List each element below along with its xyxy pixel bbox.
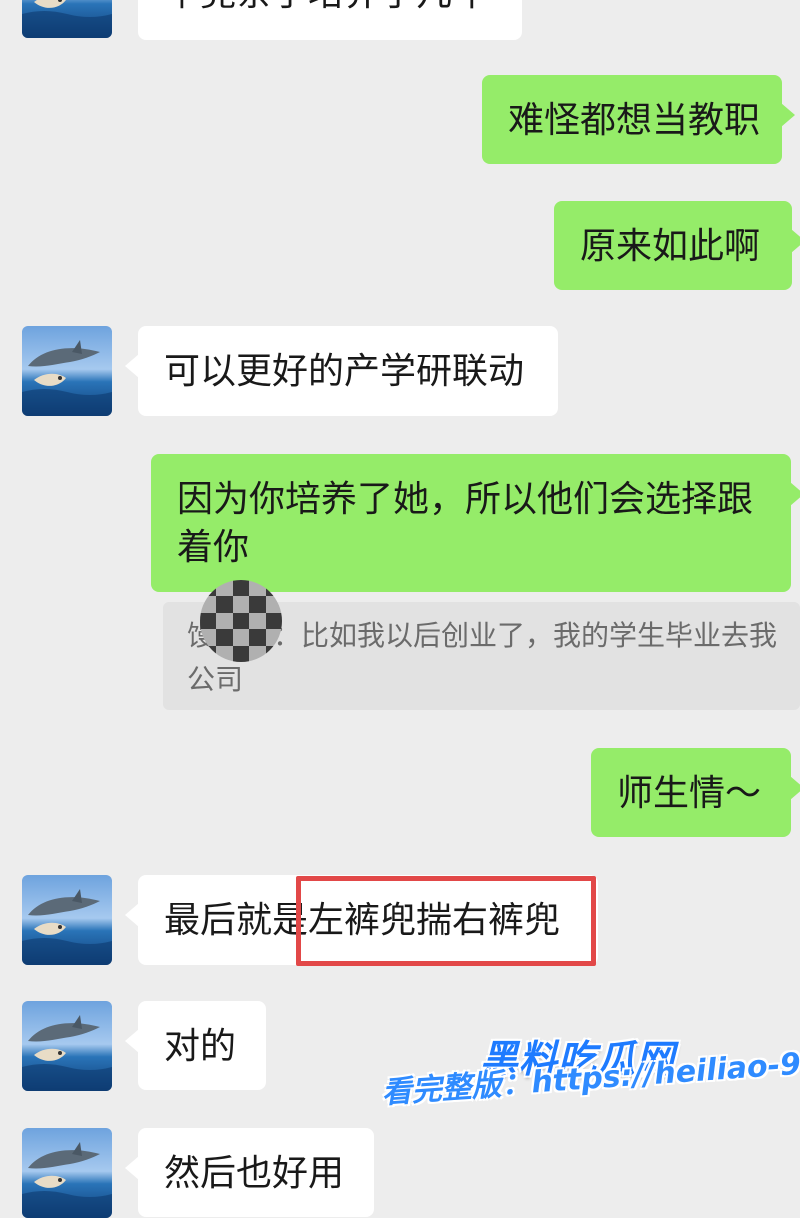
mosaic-cell (232, 645, 250, 662)
mosaic-cell (232, 612, 250, 630)
mosaic-cell (216, 629, 233, 646)
dolphin-avatar-icon (22, 1142, 112, 1218)
mosaic-cell (249, 612, 266, 630)
mosaic-cell (216, 580, 233, 597)
mosaic-cell (232, 629, 250, 646)
contact-avatar[interactable] (22, 0, 112, 38)
dolphin-avatar-icon (22, 0, 112, 38)
contact-avatar[interactable] (22, 1128, 112, 1218)
message-bubble-received[interactable]: 可以更好的产学研联动 (125, 326, 558, 416)
mosaic-cell (265, 645, 282, 662)
message-text: 因为你培养了她，所以他们会选择跟着你 (177, 479, 754, 568)
mosaic-cell (216, 612, 233, 630)
mosaic-cell (232, 596, 250, 613)
mosaic-cell (249, 645, 266, 662)
message-text: 难怪都想当教职 (508, 100, 761, 141)
message-text: 然后也好用 (164, 1153, 345, 1194)
message-bubble-sent[interactable]: 难怪都想当教职 (482, 75, 795, 164)
message-bubble-received[interactable]: 对的 (125, 1001, 266, 1090)
mosaic-cell (249, 629, 266, 646)
mosaic-cell (200, 629, 217, 646)
message-text: 可以更好的产学研联动 (164, 351, 525, 392)
message-bubble-received[interactable]: 毕竟亲手培养了几年 (138, 0, 522, 40)
mosaic-cell (200, 612, 217, 630)
message-text: 毕竟亲手培养了几年 (164, 0, 488, 14)
mosaic-cell (200, 596, 217, 613)
contact-avatar[interactable] (22, 326, 112, 416)
mosaic-cell (249, 580, 266, 597)
contact-avatar[interactable] (22, 1001, 112, 1091)
chat-area[interactable]: 毕竟亲手培养了几年 难怪都想当教职 原来如此啊 可以更好的产学研联动 因为你培养… (0, 0, 800, 1218)
message-bubble-sent[interactable]: 因为你培养了她，所以他们会选择跟着你 (151, 454, 800, 592)
mosaic-cell (265, 612, 282, 630)
mosaic-cell (265, 596, 282, 613)
message-text: 原来如此啊 (580, 226, 761, 267)
mosaic-cell (200, 645, 217, 662)
contact-avatar[interactable] (22, 875, 112, 965)
avatar-blur-mosaic (200, 580, 282, 662)
message-text: 对的 (164, 1026, 237, 1067)
message-bubble-received[interactable]: 然后也好用 (125, 1128, 374, 1217)
mosaic-cell (265, 580, 282, 597)
message-text: 师生情～ (617, 773, 762, 814)
mosaic-cell (200, 580, 217, 597)
mosaic-cell (216, 645, 233, 662)
mosaic-cell (216, 596, 233, 613)
message-bubble-sent[interactable]: 师生情～ (591, 748, 800, 837)
dolphin-avatar-icon (22, 1015, 112, 1091)
mosaic-cell (249, 596, 266, 613)
highlight-box (296, 876, 596, 966)
message-bubble-sent[interactable]: 原来如此啊 (554, 201, 800, 290)
mosaic-cell (265, 629, 282, 646)
mosaic-cell (232, 580, 250, 597)
dolphin-avatar-icon (22, 889, 112, 965)
dolphin-avatar-icon (22, 340, 112, 416)
